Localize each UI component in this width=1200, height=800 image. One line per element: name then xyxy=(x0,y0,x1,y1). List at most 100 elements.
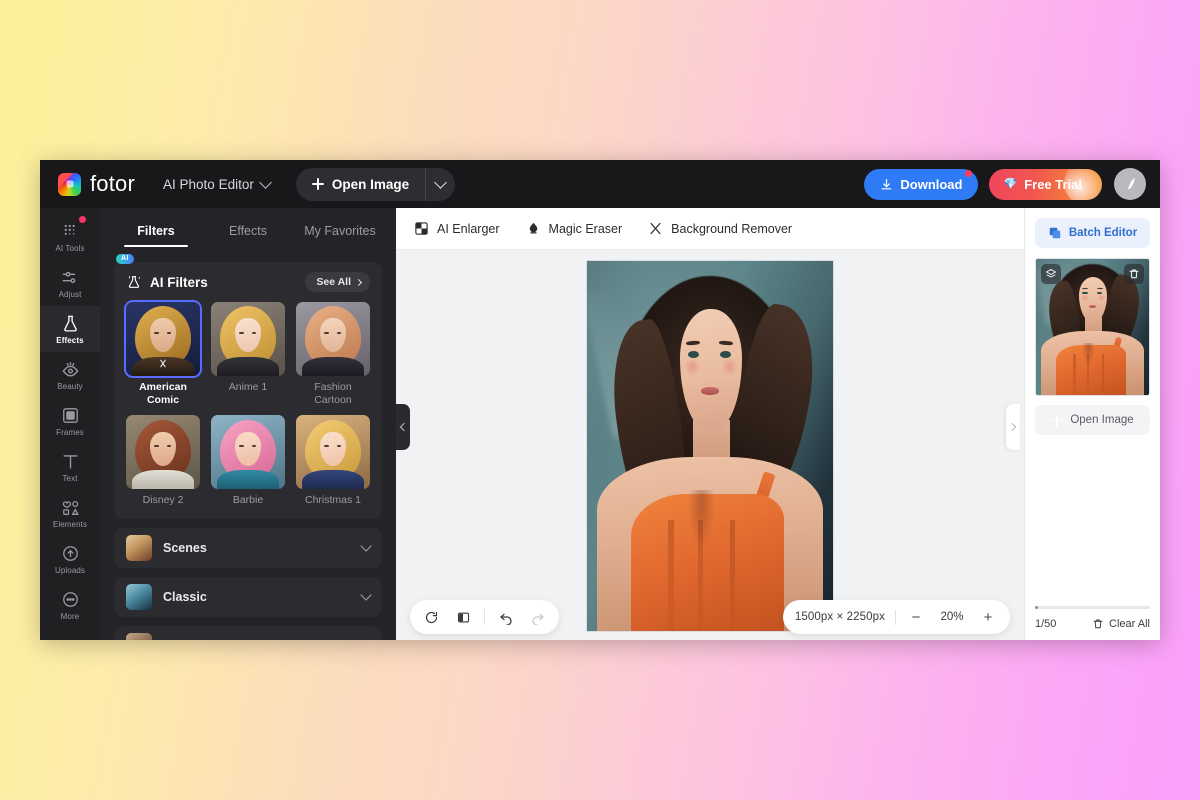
sidebar-item-more[interactable]: More xyxy=(40,582,100,628)
more-icon xyxy=(61,590,80,609)
reset-button[interactable] xyxy=(416,602,446,632)
batch-list-empty-space xyxy=(1035,435,1150,606)
thumbnail-layers-button[interactable] xyxy=(1041,264,1061,284)
plus-icon xyxy=(1051,415,1063,426)
sidebar-item-uploads[interactable]: Uploads xyxy=(40,536,100,582)
ai-enlarger-label: AI Enlarger xyxy=(437,222,500,236)
toolbar-divider xyxy=(484,609,485,625)
filter-cell-anime-1[interactable]: Anime 1 xyxy=(211,302,285,407)
enlarge-icon xyxy=(414,221,429,236)
open-image-main[interactable]: Open Image xyxy=(296,168,425,201)
sidebar-item-adjust[interactable]: Adjust xyxy=(40,260,100,306)
brand-logo[interactable]: fotor xyxy=(58,173,135,196)
ai-flask-icon xyxy=(126,274,142,290)
portrait-artwork xyxy=(587,261,833,631)
download-button[interactable]: Download xyxy=(864,169,978,200)
zoom-in-button[interactable]: + xyxy=(978,607,998,627)
ai-filters-header: AI Filters See All xyxy=(126,272,370,292)
ai-filters-group: AI Filters See All xyxy=(114,262,382,519)
ai-badge: AI xyxy=(116,254,134,264)
chevron-down-icon xyxy=(434,176,447,189)
thumbnail-delete-button[interactable] xyxy=(1124,264,1144,284)
section-row-partial[interactable] xyxy=(114,626,382,640)
open-image-label: Open Image xyxy=(332,177,409,192)
free-trial-button[interactable]: 💎 Free Trial xyxy=(989,169,1102,200)
sidebar-item-elements[interactable]: Elements xyxy=(40,490,100,536)
open-image-button[interactable]: Open Image xyxy=(296,168,455,201)
collapse-right-panel-handle[interactable] xyxy=(1006,404,1020,450)
ai-enlarger-button[interactable]: AI Enlarger xyxy=(414,221,500,236)
batch-editor-button[interactable]: Batch Editor xyxy=(1035,218,1150,248)
avatar[interactable] xyxy=(1114,168,1146,200)
eye-icon xyxy=(61,360,80,379)
filter-preview-art xyxy=(211,302,285,376)
batch-open-image-button[interactable]: Open Image xyxy=(1035,405,1150,435)
batch-footer: 1/50 Clear All xyxy=(1035,618,1150,640)
tab-filters[interactable]: Filters xyxy=(110,220,202,247)
section-thumbnail xyxy=(126,535,152,561)
clear-all-label: Clear All xyxy=(1109,618,1150,630)
magic-eraser-button[interactable]: Magic Eraser xyxy=(526,221,623,236)
clear-all-button[interactable]: Clear All xyxy=(1092,618,1150,630)
collapse-left-panel-handle[interactable] xyxy=(396,404,410,450)
see-all-button[interactable]: See All xyxy=(305,272,370,292)
filter-thumbnail xyxy=(126,415,200,489)
left-icon-rail: AI Tools Adjust Effects Beauty xyxy=(40,208,100,640)
shapes-icon xyxy=(61,498,80,517)
frame-icon xyxy=(61,406,80,425)
filter-cell-fashion-cartoon[interactable]: Fashion Cartoon xyxy=(296,302,370,407)
sidebar-item-effects[interactable]: Effects xyxy=(40,306,100,352)
top-bar: fotor AI Photo Editor Open Image Downloa… xyxy=(40,160,1160,208)
tab-my-favorites[interactable]: My Favorites xyxy=(294,220,386,247)
background-remover-button[interactable]: Background Remover xyxy=(648,221,792,236)
filter-cell-barbie[interactable]: Barbie xyxy=(211,415,285,507)
filter-cell-american-comic[interactable]: American Comic xyxy=(126,302,200,407)
plus-icon xyxy=(312,178,324,190)
sidebar-label-elements: Elements xyxy=(53,520,87,529)
chevron-right-icon xyxy=(1008,423,1016,431)
bird-avatar-icon xyxy=(1121,175,1139,193)
mode-selector[interactable]: AI Photo Editor xyxy=(163,177,270,192)
section-row-scenes[interactable]: Scenes xyxy=(114,528,382,568)
ai-filters-grid: American Comic xyxy=(126,302,370,507)
scissors-icon xyxy=(648,221,663,236)
sidebar-item-text[interactable]: Text xyxy=(40,444,100,490)
sidebar-label-adjust: Adjust xyxy=(59,290,82,299)
zoom-out-button[interactable]: − xyxy=(906,607,926,627)
background-remover-label: Background Remover xyxy=(671,222,792,236)
toolbar-divider xyxy=(895,610,896,625)
sidebar-label-more: More xyxy=(61,612,80,621)
batch-count: 1/50 xyxy=(1035,618,1056,630)
history-toolbar xyxy=(410,600,559,634)
canvas-image[interactable] xyxy=(586,260,834,632)
tab-my-favorites-label: My Favorites xyxy=(304,224,376,238)
sidebar-item-beauty[interactable]: Beauty xyxy=(40,352,100,398)
batch-thumbnail-item[interactable] xyxy=(1035,258,1150,396)
mode-label: AI Photo Editor xyxy=(163,177,254,192)
tab-effects[interactable]: Effects xyxy=(202,220,294,247)
filter-label: Christmas 1 xyxy=(296,494,370,507)
batch-progress-bar[interactable] xyxy=(1035,606,1150,609)
upload-cloud-icon xyxy=(61,544,80,563)
section-row-classic[interactable]: Classic xyxy=(114,577,382,617)
filter-cell-christmas-1[interactable]: Christmas 1 xyxy=(296,415,370,507)
compare-button[interactable] xyxy=(448,602,478,632)
filter-cell-disney-2[interactable]: Disney 2 xyxy=(126,415,200,507)
filter-preview-art xyxy=(126,415,200,489)
section-thumbnail xyxy=(126,584,152,610)
canvas-column: AI Enlarger Magic Eraser Background Remo… xyxy=(396,208,1024,640)
brand-name: fotor xyxy=(90,173,135,195)
filter-label: Barbie xyxy=(211,494,285,507)
canvas-stage[interactable]: 1500px × 2250px − 20% + xyxy=(396,250,1024,640)
sidebar-item-ai-tools[interactable]: AI Tools xyxy=(40,214,100,260)
filter-thumbnail xyxy=(211,415,285,489)
filter-label: Fashion Cartoon xyxy=(296,381,370,407)
open-image-dropdown[interactable] xyxy=(425,168,455,201)
sidebar-item-frames[interactable]: Frames xyxy=(40,398,100,444)
redo-button[interactable] xyxy=(523,602,553,632)
chevron-down-icon xyxy=(259,176,272,189)
undo-button[interactable] xyxy=(491,602,521,632)
panel-scroll-area[interactable]: AI AI Filters See All xyxy=(100,247,396,640)
notification-dot-icon xyxy=(965,170,972,177)
text-icon xyxy=(61,452,80,471)
